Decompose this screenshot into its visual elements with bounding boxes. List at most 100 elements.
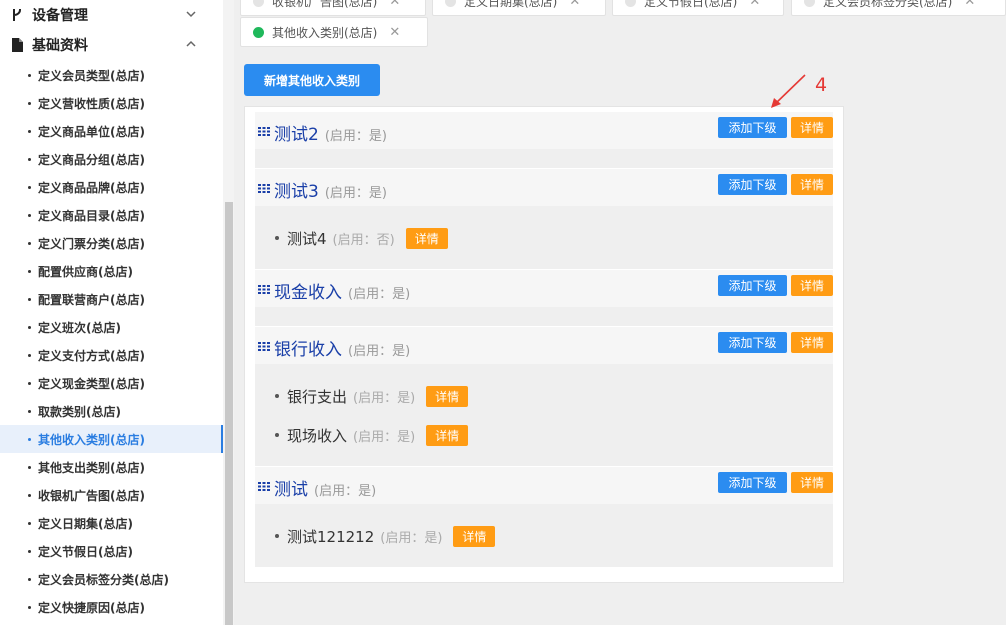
chevron-down-icon[interactable] bbox=[185, 8, 197, 20]
sidebar-item-label: 取款类别(总店) bbox=[38, 404, 121, 419]
sidebar-item-label: 定义门票分类(总店) bbox=[38, 236, 145, 251]
sidebar-item[interactable]: 收银机广告图(总店) bbox=[0, 481, 223, 509]
add-child-button[interactable]: 添加下级 bbox=[718, 472, 787, 493]
close-icon[interactable]: ✕ bbox=[749, 0, 760, 9]
sidebar-item[interactable]: 配置联营商户(总店) bbox=[0, 285, 223, 313]
node-children: 银行支出 (启用：是) 详情 现场收入 (启用：是) 详情 bbox=[255, 364, 833, 466]
add-child-button[interactable]: 添加下级 bbox=[718, 275, 787, 296]
grid-icon bbox=[258, 184, 270, 193]
bullet-icon bbox=[28, 73, 31, 77]
bullet-icon bbox=[28, 465, 31, 469]
bullet-icon bbox=[28, 241, 31, 245]
bullet-icon bbox=[28, 549, 31, 553]
bullet-icon bbox=[28, 605, 31, 609]
detail-button[interactable]: 详情 bbox=[791, 174, 833, 195]
bullet-icon bbox=[28, 101, 31, 105]
sidebar-group-basic-data[interactable]: 基础资料 bbox=[0, 30, 223, 60]
sidebar-item-label: 定义商品品牌(总店) bbox=[38, 180, 145, 195]
bullet-icon bbox=[28, 409, 31, 413]
child-title: 测试4 bbox=[287, 229, 327, 248]
sidebar-item[interactable]: 定义营收性质(总店) bbox=[0, 89, 223, 117]
sidebar-item[interactable]: 定义现金类型(总店) bbox=[0, 369, 223, 397]
sidebar-item[interactable]: 定义商品单位(总店) bbox=[0, 117, 223, 145]
bullet-icon bbox=[28, 269, 31, 273]
sidebar-item[interactable]: 定义商品分组(总店) bbox=[0, 145, 223, 173]
sidebar-item[interactable]: 其他支出类别(总店) bbox=[0, 453, 223, 481]
add-child-button[interactable]: 添加下级 bbox=[718, 117, 787, 138]
detail-button[interactable]: 详情 bbox=[453, 525, 496, 547]
sidebar-item[interactable]: 定义商品品牌(总店) bbox=[0, 173, 223, 201]
bullet-icon bbox=[28, 577, 31, 581]
sidebar-item[interactable]: 定义支付方式(总店) bbox=[0, 341, 223, 369]
add-category-button[interactable]: 新增其他收入类别 bbox=[244, 64, 380, 96]
tab[interactable]: 定义会员标签分类(总店) ✕ bbox=[791, 0, 1006, 16]
tree-node: 测试3 (启用：是) 添加下级 详情 bbox=[255, 169, 833, 206]
child-item: 现场收入 (启用：是) 详情 bbox=[275, 424, 469, 446]
chevron-up-icon[interactable] bbox=[185, 38, 197, 50]
detail-button[interactable]: 详情 bbox=[426, 424, 469, 446]
grid-icon bbox=[258, 285, 270, 294]
sidebar: 设备管理 基础资料 定义会员类型(总店) 定义营收性质(总店) 定义商品单位(总… bbox=[0, 0, 234, 625]
sidebar-item-label: 定义日期集(总店) bbox=[38, 516, 133, 531]
node-status: (启用：是) bbox=[348, 344, 411, 359]
bullet-icon bbox=[275, 433, 279, 437]
sidebar-item[interactable]: 定义门票分类(总店) bbox=[0, 229, 223, 257]
sidebar-item[interactable]: 定义商品目录(总店) bbox=[0, 201, 223, 229]
sidebar-group-device[interactable]: 设备管理 bbox=[0, 0, 223, 30]
detail-button[interactable]: 详情 bbox=[791, 275, 833, 296]
bullet-icon bbox=[275, 236, 279, 240]
detail-button[interactable]: 详情 bbox=[791, 472, 833, 493]
tab-label: 定义日期集(总店) bbox=[464, 0, 558, 9]
tab-active[interactable]: 其他收入类别(总店) ✕ bbox=[240, 17, 428, 47]
tree-node: 现金收入 (启用：是) 添加下级 详情 bbox=[255, 270, 833, 307]
node-title: 测试3 (启用：是) bbox=[274, 182, 387, 202]
sidebar-item-label: 配置联营商户(总店) bbox=[38, 292, 145, 307]
device-icon bbox=[10, 7, 24, 23]
grid-icon bbox=[258, 342, 270, 351]
sidebar-item[interactable]: 定义日期集(总店) bbox=[0, 509, 223, 537]
sidebar-item-label: 其他支出类别(总店) bbox=[38, 460, 145, 475]
tab[interactable]: 定义日期集(总店) ✕ bbox=[432, 0, 606, 16]
sidebar-item-label: 定义支付方式(总店) bbox=[38, 348, 145, 363]
sidebar-item[interactable]: 取款类别(总店) bbox=[0, 397, 223, 425]
detail-button[interactable]: 详情 bbox=[426, 385, 469, 407]
node-status: (启用：是) bbox=[324, 186, 387, 201]
sidebar-item[interactable]: 定义节假日(总店) bbox=[0, 537, 223, 565]
add-child-button[interactable]: 添加下级 bbox=[718, 174, 787, 195]
tree-node: 测试 (启用：是) 添加下级 详情 bbox=[255, 467, 833, 504]
sidebar-item-label: 定义快捷原因(总店) bbox=[38, 600, 145, 615]
bullet-icon bbox=[28, 297, 31, 301]
bullet-icon bbox=[28, 353, 31, 357]
annotation-arrow-icon bbox=[771, 74, 806, 108]
sidebar-item[interactable]: 定义班次(总店) bbox=[0, 313, 223, 341]
sidebar-scrollbar-thumb[interactable] bbox=[225, 202, 233, 625]
close-icon[interactable]: ✕ bbox=[389, 0, 400, 9]
sidebar-item[interactable]: 定义快捷原因(总店) bbox=[0, 593, 223, 621]
tab[interactable]: 收银机广告图(总店) ✕ bbox=[240, 0, 426, 16]
tab-label: 定义会员标签分类(总店) bbox=[823, 0, 953, 9]
tab[interactable]: 定义节假日(总店) ✕ bbox=[612, 0, 784, 16]
sidebar-item[interactable]: 定义会员标签分类(总店) bbox=[0, 565, 223, 593]
add-child-button[interactable]: 添加下级 bbox=[718, 332, 787, 353]
child-item: 测试121212 (启用：是) 详情 bbox=[275, 525, 496, 547]
bullet-icon bbox=[28, 521, 31, 525]
close-icon[interactable]: ✕ bbox=[964, 0, 975, 9]
sidebar-item[interactable]: 配置供应商(总店) bbox=[0, 257, 223, 285]
child-title: 测试121212 bbox=[287, 527, 375, 546]
sidebar-item-active[interactable]: 其他收入类别(总店) bbox=[0, 425, 223, 453]
sidebar-group-label: 设备管理 bbox=[32, 8, 88, 24]
sidebar-item[interactable]: 定义会员类型(总店) bbox=[0, 61, 223, 89]
child-title: 银行支出 bbox=[287, 387, 348, 406]
detail-button[interactable]: 详情 bbox=[791, 117, 833, 138]
sidebar-group-label: 基础资料 bbox=[32, 38, 88, 54]
close-icon[interactable]: ✕ bbox=[389, 25, 400, 40]
tree-node: 银行收入 (启用：是) 添加下级 详情 bbox=[255, 327, 833, 364]
close-icon[interactable]: ✕ bbox=[569, 0, 580, 9]
node-children bbox=[255, 307, 833, 326]
tree-node: 测试2 (启用：是) 添加下级 详情 bbox=[255, 112, 833, 149]
detail-button[interactable]: 详情 bbox=[791, 332, 833, 353]
bullet-icon bbox=[28, 437, 31, 441]
detail-button[interactable]: 详情 bbox=[405, 227, 448, 249]
child-status: (启用：是) bbox=[380, 530, 443, 546]
child-item: 银行支出 (启用：是) 详情 bbox=[275, 385, 469, 407]
